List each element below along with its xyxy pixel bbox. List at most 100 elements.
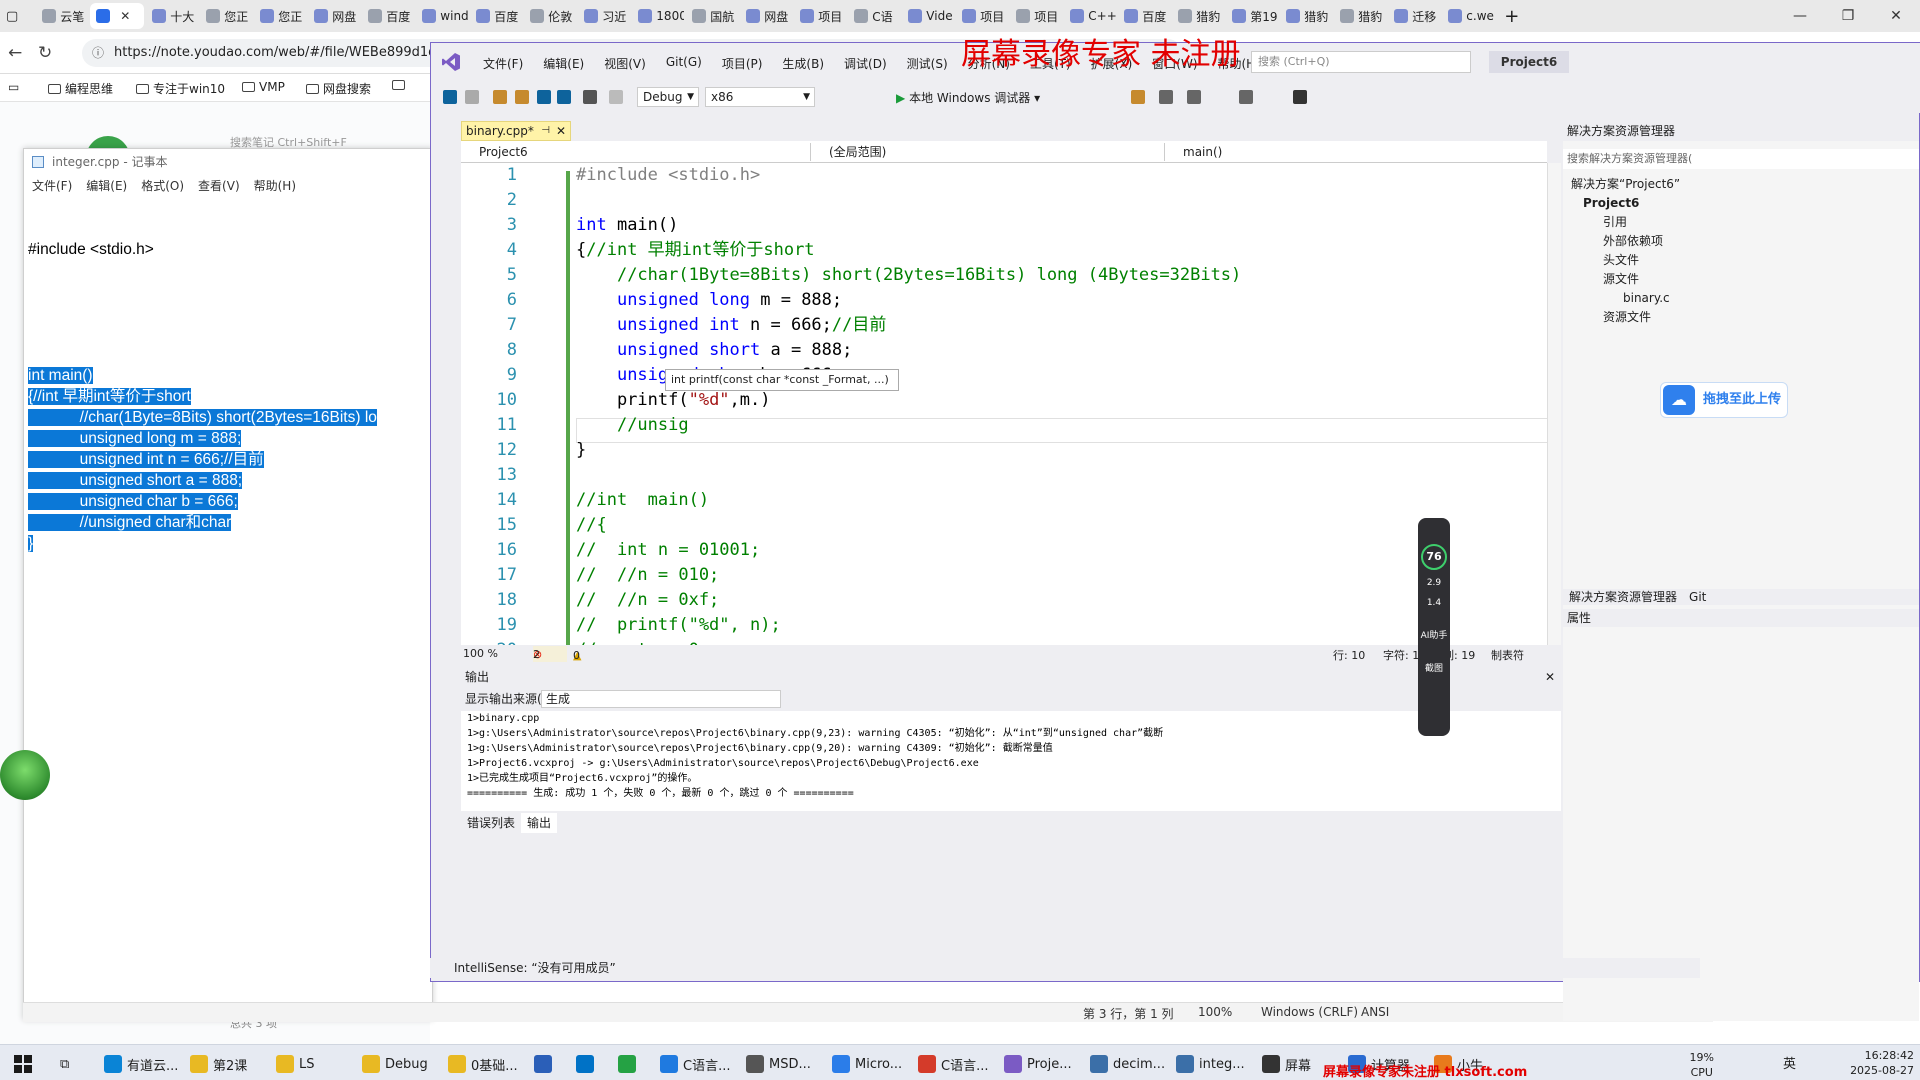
task-view-icon[interactable]: ⧉ <box>60 1053 69 1075</box>
browser-tab[interactable]: 百度 <box>1118 3 1170 29</box>
open-file-icon[interactable] <box>515 90 529 104</box>
notepad-menu-format[interactable]: 格式(O) <box>141 175 184 197</box>
browser-tab[interactable]: 项目 <box>956 3 1008 29</box>
browser-tab[interactable]: c.wei <box>1442 3 1494 29</box>
ai-assistant[interactable]: AI助手 <box>1418 628 1450 641</box>
taskbar-app[interactable]: 有道云... <box>104 1053 178 1075</box>
undo-icon[interactable] <box>583 90 597 104</box>
document-tab-binary-cpp[interactable]: binary.cpp* ⊣ ✕ <box>461 121 571 141</box>
vs-menu-item[interactable]: 项目(P) <box>712 55 773 72</box>
taskbar-app[interactable]: Debug <box>362 1053 428 1075</box>
clock[interactable]: 16:28:42 2025-08-27 <box>1844 1048 1914 1078</box>
source-code[interactable]: #include <stdio.h> int main() {//int 早期i… <box>576 163 1241 645</box>
tree-node[interactable]: 源文件 <box>1563 270 1919 289</box>
ime-indicator[interactable]: 英 <box>1783 1057 1796 1072</box>
browser-tab[interactable]: 云笔 <box>36 3 88 29</box>
vs-menu-item[interactable]: 调试(D) <box>834 55 897 72</box>
taskbar-app[interactable]: decim... <box>1090 1053 1165 1075</box>
back-nav-icon[interactable] <box>443 90 457 104</box>
toolbar-icon[interactable] <box>1159 90 1173 104</box>
tree-node[interactable]: 外部依赖项 <box>1563 232 1919 251</box>
browser-tab[interactable]: 百度 <box>362 3 414 29</box>
minimize-icon[interactable]: — <box>1776 0 1824 32</box>
back-icon[interactable]: ← <box>8 43 22 63</box>
browser-tab[interactable]: C++ <box>1064 3 1116 29</box>
browser-tab[interactable]: Vide <box>902 3 954 29</box>
tree-node[interactable]: binary.c <box>1563 289 1919 308</box>
taskbar-app[interactable]: 0基础... <box>448 1053 518 1075</box>
bookmark-item[interactable] <box>392 80 405 90</box>
taskbar-app[interactable]: 屏幕 <box>1262 1053 1311 1075</box>
new-item-icon[interactable] <box>493 90 507 104</box>
site-info-icon[interactable]: ⓘ <box>92 39 104 67</box>
tab-error-list[interactable]: 错误列表 <box>461 813 521 833</box>
tree-node[interactable]: 引用 <box>1563 213 1919 232</box>
browser-tab[interactable]: 习近 <box>578 3 630 29</box>
notepad-menu-file[interactable]: 文件(F) <box>32 175 72 197</box>
taskbar-app[interactable]: integ... <box>1176 1053 1245 1075</box>
tab-solution-explorer[interactable]: 解决方案资源管理器 <box>1563 590 1683 604</box>
tree-node[interactable]: 解决方案“Project6” <box>1563 175 1919 194</box>
taskbar-app[interactable]: MSD... <box>746 1053 811 1075</box>
output-source-select[interactable]: 生成 <box>541 690 781 708</box>
notepad-menu-edit[interactable]: 编辑(E) <box>86 175 127 197</box>
notepad-menu-view[interactable]: 查看(V) <box>198 175 240 197</box>
taskbar-app[interactable]: Proje... <box>1004 1053 1072 1075</box>
toolbar-icon[interactable] <box>1239 90 1253 104</box>
vs-menu-item[interactable]: 视图(V) <box>594 55 656 72</box>
new-tab-icon[interactable]: + <box>1504 6 1519 27</box>
toolbar-icon[interactable] <box>1187 90 1201 104</box>
error-count-badge[interactable]: ⊗ 2 <box>533 646 567 662</box>
tab-actions-icon[interactable]: ▢ <box>6 9 18 24</box>
toolbar-icon[interactable] <box>1131 90 1145 104</box>
browser-tab[interactable]: 猎豹 <box>1172 3 1224 29</box>
forward-nav-icon[interactable] <box>465 90 479 104</box>
browser-tab[interactable]: 迁移 <box>1388 3 1440 29</box>
start-debugging-button[interactable]: ▶ 本地 Windows 调试器 ▾ <box>896 89 1040 106</box>
bookmark-item[interactable]: VMP <box>242 80 285 94</box>
system-monitor-widget[interactable]: 76 2.9 1.4 AI助手 截图 <box>1418 518 1450 736</box>
save-all-icon[interactable] <box>557 90 571 104</box>
browser-tab[interactable]: 网盘 <box>740 3 792 29</box>
pin-icon[interactable]: ⊣ <box>541 122 550 140</box>
browser-tab[interactable]: 国航 <box>686 3 738 29</box>
bookmark-item[interactable]: 专注于win10 <box>136 80 225 97</box>
tab-output[interactable]: 输出 <box>521 813 558 833</box>
notepad-menu-help[interactable]: 帮助(H) <box>254 175 296 197</box>
mushroom-widget-icon[interactable] <box>0 750 50 800</box>
tab-git[interactable]: Git <box>1683 590 1712 604</box>
bookmark-icon[interactable] <box>1293 90 1307 104</box>
start-button-icon[interactable] <box>14 1053 32 1075</box>
taskbar-app[interactable]: Micro... <box>832 1053 902 1075</box>
maximize-icon[interactable]: ❐ <box>1824 0 1872 32</box>
browser-tab[interactable]: 猎豹 <box>1280 3 1332 29</box>
close-tab-icon[interactable]: ✕ <box>556 122 566 140</box>
taskbar-app[interactable] <box>618 1053 636 1075</box>
browser-tab[interactable]: 伦敦 <box>524 3 576 29</box>
configuration-select[interactable]: Debug ▼ <box>637 87 699 107</box>
close-icon[interactable]: ✕ <box>1545 667 1555 687</box>
browser-tab[interactable]: C语 <box>848 3 900 29</box>
tree-node[interactable]: Project6 <box>1563 194 1919 213</box>
screenshot[interactable]: 截图 <box>1418 661 1450 674</box>
taskbar-app[interactable]: C语言... <box>660 1053 730 1075</box>
code-editor[interactable]: 1234567891011121314151617181920212223 #i… <box>461 163 1547 645</box>
browser-tab[interactable]: 您正 <box>254 3 306 29</box>
close-icon[interactable]: ✕ <box>1872 0 1920 32</box>
browser-tab[interactable]: 十大 <box>146 3 198 29</box>
taskbar-app[interactable]: 第2课 <box>190 1053 247 1075</box>
project-dropdown[interactable]: Project6 <box>461 143 811 161</box>
output-text[interactable]: 1>binary.cpp 1>g:\Users\Administrator\sou… <box>461 711 1561 811</box>
editor-zoom[interactable]: 100 % <box>463 647 498 660</box>
reload-icon[interactable]: ↻ <box>38 43 52 63</box>
bookmark-item[interactable]: 网盘搜索 <box>306 80 371 97</box>
member-dropdown[interactable]: main() <box>1165 143 1515 161</box>
taskbar-app[interactable]: LS <box>276 1053 315 1075</box>
redo-icon[interactable] <box>609 90 623 104</box>
browser-tab[interactable]: 项目 <box>1010 3 1062 29</box>
taskbar-app[interactable] <box>576 1053 594 1075</box>
save-icon[interactable] <box>537 90 551 104</box>
taskbar-app[interactable] <box>534 1053 552 1075</box>
vs-menu-item[interactable]: 编辑(E) <box>533 55 594 72</box>
drag-upload-button[interactable]: ☁ 拖拽至此上传 <box>1660 382 1788 418</box>
